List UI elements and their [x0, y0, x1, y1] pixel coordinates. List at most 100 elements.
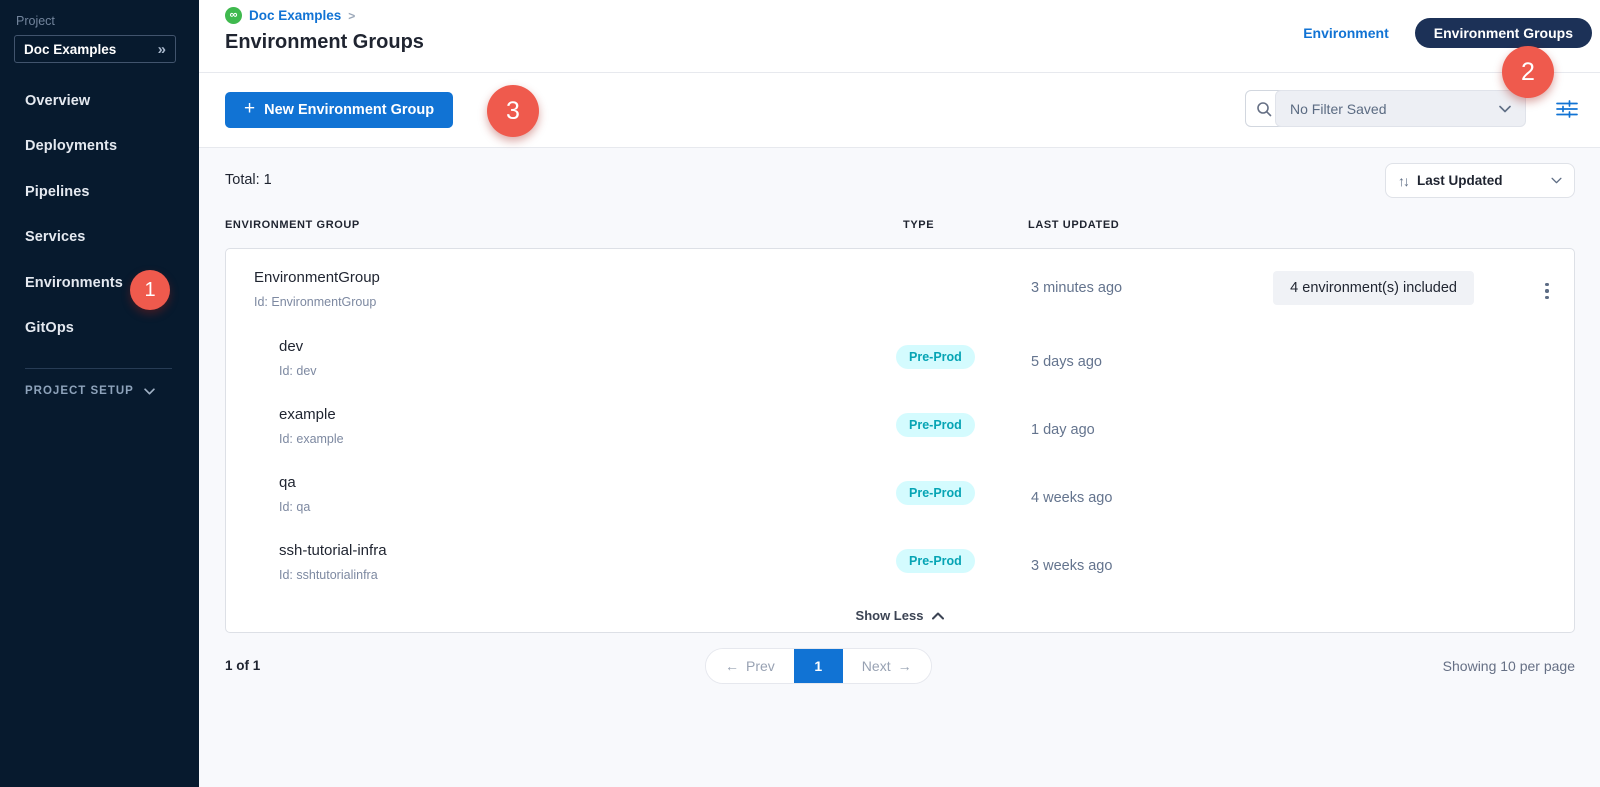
saved-filter-value: No Filter Saved — [1290, 101, 1386, 117]
environment-type-cell: Pre-Prod — [896, 348, 975, 366]
sidebar-item-label: Overview — [25, 93, 90, 109]
new-environment-group-button[interactable]: + New Environment Group — [225, 92, 453, 128]
sidebar-item-project-setup[interactable]: PROJECT SETUP — [25, 385, 155, 397]
prev-page-button[interactable]: ← Prev — [706, 648, 794, 684]
project-expand-icon[interactable]: » — [158, 42, 166, 57]
environment-name-cell: qa Id: qa — [279, 474, 310, 514]
sidebar: Project Doc Examples » Overview Deployme… — [0, 0, 199, 787]
environment-id: Id: qa — [279, 500, 310, 514]
chevron-up-icon — [932, 612, 944, 620]
tab-environment-groups[interactable]: Environment Groups — [1415, 18, 1592, 48]
sort-arrows-icon: ↑↓ — [1398, 173, 1408, 189]
environment-type-cell: Pre-Prod — [896, 552, 975, 570]
environment-name: qa — [279, 474, 310, 491]
type-badge: Pre-Prod — [896, 413, 975, 437]
next-arrow-icon: → — [898, 658, 912, 674]
pager: ← Prev 1 Next → — [705, 648, 932, 684]
column-header-type: TYPE — [903, 219, 934, 231]
sidebar-item-overview[interactable]: Overview — [0, 78, 199, 124]
environment-group-row[interactable]: EnvironmentGroup Id: EnvironmentGroup 3 … — [226, 249, 1574, 329]
sidebar-item-label: Deployments — [25, 138, 117, 154]
sidebar-item-pipelines[interactable]: Pipelines — [0, 169, 199, 215]
group-last-updated: 3 minutes ago — [1031, 280, 1122, 296]
page-title: Environment Groups — [225, 31, 424, 54]
environment-last-updated: 1 day ago — [1031, 422, 1095, 438]
annotation-badge-3: 3 — [487, 85, 539, 137]
sort-dropdown[interactable]: ↑↓ Last Updated — [1385, 163, 1575, 198]
environment-last-updated: 5 days ago — [1031, 354, 1102, 370]
chevron-down-icon — [144, 388, 155, 395]
sidebar-item-label: GitOps — [25, 320, 74, 336]
environment-row-example[interactable]: example Id: example Pre-Prod 1 day ago — [226, 398, 1574, 466]
environment-name-cell: example Id: example — [279, 406, 344, 446]
pagination-bar: 1 of 1 ← Prev 1 Next → Showing 10 per pa… — [199, 648, 1600, 684]
environment-type-cell: Pre-Prod — [896, 484, 975, 502]
next-page-button[interactable]: Next → — [843, 648, 931, 684]
environment-last-updated: 3 weeks ago — [1031, 558, 1112, 574]
column-header-last-updated: LAST UPDATED — [1028, 219, 1119, 231]
toolbar: + New Environment Group No Filter Saved — [199, 73, 1600, 148]
environment-id: Id: example — [279, 432, 344, 446]
main-area: ∞ Doc Examples > Environment Groups Envi… — [199, 0, 1600, 787]
content-area: Total: 1 ↑↓ Last Updated ENVIRONMENT GRO… — [199, 148, 1600, 787]
project-selector-value: Doc Examples — [24, 42, 116, 57]
environment-name: dev — [279, 338, 317, 355]
sidebar-nav: Overview Deployments Pipelines Services … — [0, 78, 199, 351]
saved-filter-dropdown[interactable]: No Filter Saved — [1275, 90, 1526, 127]
group-name: EnvironmentGroup — [254, 269, 380, 286]
breadcrumb-project-link[interactable]: Doc Examples — [249, 8, 341, 23]
environment-name-cell: ssh-tutorial-infra Id: sshtutorialinfra — [279, 542, 387, 582]
breadcrumb-separator-icon: > — [348, 9, 355, 23]
sidebar-item-label: Environments — [25, 275, 123, 291]
sidebar-divider — [25, 368, 172, 369]
search-icon — [1256, 101, 1272, 117]
sidebar-item-services[interactable]: Services — [0, 215, 199, 261]
annotation-badge-2: 2 — [1502, 46, 1554, 98]
view-toggle-tabs: Environment Environment Groups — [1303, 18, 1592, 48]
sidebar-item-label: Pipelines — [25, 184, 90, 200]
next-label: Next — [862, 658, 891, 674]
environment-id: Id: dev — [279, 364, 317, 378]
group-id: Id: EnvironmentGroup — [254, 295, 380, 309]
environment-count-badge: 4 environment(s) included — [1273, 271, 1474, 305]
per-page-label: Showing 10 per page — [1443, 658, 1575, 674]
sort-value: Last Updated — [1417, 173, 1542, 188]
chevron-down-icon — [1551, 177, 1562, 184]
show-less-label: Show Less — [856, 608, 924, 623]
prev-arrow-icon: ← — [725, 658, 739, 674]
sidebar-item-deployments[interactable]: Deployments — [0, 124, 199, 170]
app-window: Project Doc Examples » Overview Deployme… — [0, 0, 1600, 787]
tab-environment[interactable]: Environment — [1303, 25, 1389, 41]
chevron-down-icon — [1499, 105, 1511, 113]
row-menu-kebab-icon[interactable] — [1538, 281, 1556, 301]
sidebar-item-gitops[interactable]: GitOps — [0, 306, 199, 352]
sidebar-item-environments[interactable]: Environments — [0, 260, 199, 306]
project-selector[interactable]: Doc Examples » — [14, 35, 176, 63]
breadcrumb: ∞ Doc Examples > — [225, 7, 355, 24]
column-header-environment-group: ENVIRONMENT GROUP — [225, 219, 360, 231]
filter-sliders-icon[interactable] — [1554, 99, 1580, 119]
environment-group-card: EnvironmentGroup Id: EnvironmentGroup 3 … — [225, 248, 1575, 633]
environment-name-cell: dev Id: dev — [279, 338, 317, 378]
annotation-badge-1: 1 — [130, 270, 170, 310]
show-less-toggle[interactable]: Show Less — [226, 608, 1574, 623]
environment-type-cell: Pre-Prod — [896, 416, 975, 434]
plus-icon: + — [244, 98, 255, 120]
environment-id: Id: sshtutorialinfra — [279, 568, 387, 582]
environment-row-ssh-tutorial-infra[interactable]: ssh-tutorial-infra Id: sshtutorialinfra … — [226, 534, 1574, 602]
page-number-button[interactable]: 1 — [794, 648, 843, 684]
page-header: ∞ Doc Examples > Environment Groups Envi… — [199, 0, 1600, 73]
group-name-cell: EnvironmentGroup Id: EnvironmentGroup — [254, 269, 380, 309]
total-count-label: Total: 1 — [225, 172, 272, 188]
environment-row-dev[interactable]: dev Id: dev Pre-Prod 5 days ago — [226, 330, 1574, 398]
type-badge: Pre-Prod — [896, 549, 975, 573]
page-info: 1 of 1 — [225, 658, 260, 673]
project-scope-label: Project — [16, 14, 55, 28]
environment-name: ssh-tutorial-infra — [279, 542, 387, 559]
prev-label: Prev — [746, 658, 775, 674]
environment-last-updated: 4 weeks ago — [1031, 490, 1112, 506]
environment-name: example — [279, 406, 344, 423]
environment-row-qa[interactable]: qa Id: qa Pre-Prod 4 weeks ago — [226, 466, 1574, 534]
project-setup-label: PROJECT SETUP — [25, 385, 134, 397]
table-header-row: ENVIRONMENT GROUP TYPE LAST UPDATED — [225, 219, 1575, 245]
